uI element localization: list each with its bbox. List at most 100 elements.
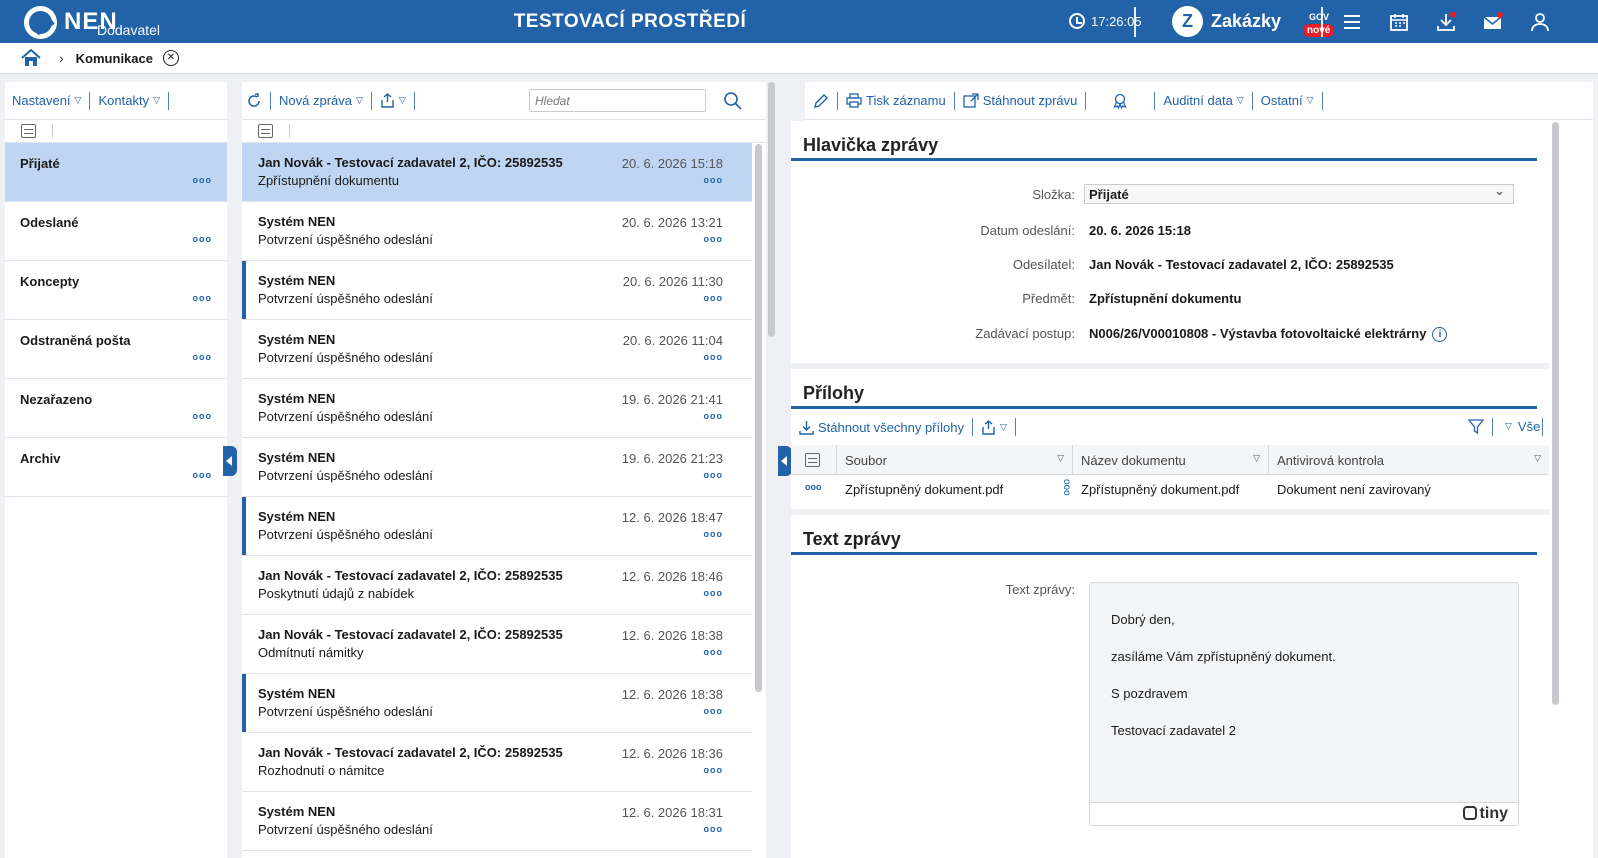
message-item[interactable]: Jan Novák - Testovací zadavatel 2, IČO: … <box>242 733 752 792</box>
more-actions-icon[interactable]: ooo <box>193 234 213 244</box>
row-actions-dots-icon[interactable]: ooo <box>791 476 837 502</box>
procedure-value[interactable]: N006/26/V00010808 - Výstavba fotovoltaic… <box>1089 326 1426 341</box>
more-actions-icon[interactable]: ooo <box>193 293 213 303</box>
search-input[interactable] <box>529 89 706 112</box>
vertical-dots-icon[interactable]: ooo <box>1061 479 1072 496</box>
edit-button[interactable] <box>805 93 837 109</box>
message-item[interactable]: Systém NEN Potvrzení úspěšného odeslání … <box>242 674 752 733</box>
message-list-scrollbar[interactable] <box>755 144 762 692</box>
column-header-file[interactable]: Soubor ▽ <box>837 445 1073 474</box>
message-item[interactable]: Systém NEN Potvrzení úspěšného odeslání … <box>242 320 752 379</box>
message-item[interactable]: Jan Novák - Testovací zadavatel 2, IČO: … <box>242 615 752 674</box>
download-all-attachments-button[interactable]: Stáhnout všechny přílohy <box>791 420 972 435</box>
certificate-icon <box>1113 93 1127 109</box>
download-message-button[interactable]: Stáhnout zprávu <box>955 93 1086 108</box>
more-actions-icon[interactable]: ooo <box>704 647 724 657</box>
settings-menu-button[interactable]: Nastavení ▽ <box>5 93 89 108</box>
more-actions-icon[interactable]: ooo <box>704 588 724 598</box>
grid-settings-cell[interactable] <box>791 445 837 474</box>
certificate-button[interactable] <box>1086 93 1154 109</box>
more-actions-icon[interactable]: ooo <box>704 470 724 480</box>
folder-item[interactable]: Přijaté ooo <box>5 143 227 202</box>
pencil-icon <box>814 93 828 108</box>
export-button[interactable]: ▽ <box>372 93 414 108</box>
caret-down-icon: ▽ <box>1236 95 1244 105</box>
message-detail-panel: Tisk záznamu Stáhnout zprávu Auditní dat… <box>791 82 1593 858</box>
message-item[interactable]: Systém NEN Potvrzení úspěšného odeslání … <box>242 261 752 320</box>
column-settings-icon[interactable] <box>258 124 273 138</box>
attachments-export-button[interactable]: ▽ <box>973 419 1015 435</box>
close-icon[interactable]: ✕ <box>162 50 179 66</box>
more-actions-icon[interactable]: ooo <box>704 824 724 834</box>
message-text-editor[interactable]: Dobrý den, zasíláme Vám zpřístupněný doku… <box>1089 582 1519 826</box>
contacts-menu-button[interactable]: Kontakty ▽ <box>90 93 168 108</box>
folder-toolbar: Nastavení ▽ Kontakty ▽ <box>5 82 227 120</box>
toolbar-divider <box>1492 418 1493 436</box>
folder-item[interactable]: Archiv ooo <box>5 438 227 497</box>
download-all-label: Stáhnout všechny přílohy <box>818 419 964 435</box>
folder-item[interactable]: Odeslané ooo <box>5 202 227 261</box>
header-divider <box>1134 7 1136 37</box>
collapse-list-handle[interactable] <box>778 446 792 476</box>
middle-scrollbar[interactable] <box>768 82 775 337</box>
message-item[interactable]: Jan Novák - Testovací zadavatel 2, IČO: … <box>242 143 752 202</box>
message-item[interactable]: Systém NEN Potvrzení úspěšného odeslání … <box>242 792 752 851</box>
folder-item[interactable]: Nezařazeno ooo <box>5 379 227 438</box>
sender-label: Odesílatel: <box>1012 257 1075 272</box>
more-actions-icon[interactable]: ooo <box>704 765 724 775</box>
folder-select[interactable]: Přijaté <box>1084 183 1514 204</box>
more-actions-icon[interactable]: ooo <box>193 470 213 480</box>
attachments-title: Přílohy <box>791 369 1537 409</box>
message-date: 12. 6. 2026 18:38 <box>621 687 723 702</box>
more-actions-icon[interactable]: ooo <box>704 529 724 539</box>
table-row[interactable]: ooo Zpřístupněný dokument.pdf ooo Zpřístu… <box>791 476 1549 502</box>
caret-down-icon: ▽ <box>74 95 82 105</box>
column-header-av[interactable]: Antivirová kontrola ▽ <box>1269 445 1549 474</box>
column-settings-icon[interactable] <box>21 124 36 138</box>
download-icon[interactable] <box>1436 12 1456 32</box>
attachment-file-cell[interactable]: Zpřístupněný dokument.pdf ooo <box>837 476 1073 502</box>
filter-icon[interactable] <box>1468 419 1484 435</box>
sender-value: Jan Novák - Testovací zadavatel 2, IČO: … <box>1089 257 1394 272</box>
home-icon[interactable] <box>21 49 41 67</box>
more-actions-icon[interactable]: ooo <box>704 706 724 716</box>
more-actions-icon[interactable]: ooo <box>704 411 724 421</box>
more-actions-icon[interactable]: ooo <box>704 175 724 185</box>
print-button[interactable]: Tisk záznamu <box>838 93 954 108</box>
message-item[interactable]: Systém NEN Potvrzení úspěšného odeslání … <box>242 438 752 497</box>
breadcrumb-current: Komunikace <box>75 50 153 66</box>
folder-item[interactable]: Odstraněná pošta ooo <box>5 320 227 379</box>
new-message-button[interactable]: Nová zpráva ▽ <box>271 93 371 108</box>
user-icon[interactable] <box>1530 12 1550 32</box>
menu-icon[interactable] <box>1342 12 1362 32</box>
collapse-folders-handle[interactable] <box>223 446 237 476</box>
column-header-name[interactable]: Název dokumentu ▽ <box>1073 445 1269 474</box>
info-icon[interactable]: i <box>1432 327 1448 343</box>
refresh-button[interactable] <box>242 92 270 109</box>
more-actions-icon[interactable]: ooo <box>193 175 213 185</box>
zakazky-link[interactable]: Z Zakázky GOV nové <box>1172 6 1335 37</box>
toolbar-divider <box>1251 91 1253 110</box>
message-item[interactable]: Jan Novák - Testovací zadavatel 2, IČO: … <box>242 556 752 615</box>
search-icon[interactable] <box>723 91 742 110</box>
mail-icon[interactable] <box>1483 12 1503 32</box>
message-item[interactable]: Systém NEN Potvrzení úspěšného odeslání … <box>242 202 752 261</box>
message-item[interactable]: Systém NEN Potvrzení úspěšného odeslání … <box>242 497 752 556</box>
more-actions-icon[interactable]: ooo <box>704 293 724 303</box>
column-header-name-label: Název dokumentu <box>1081 453 1186 468</box>
more-actions-icon[interactable]: ooo <box>704 352 724 362</box>
sort-icon: ▽ <box>1534 453 1541 463</box>
calendar-icon[interactable] <box>1389 12 1409 32</box>
detail-scrollbar[interactable] <box>1552 122 1559 705</box>
message-item[interactable]: Systém NEN Potvrzení úspěšného odeslání … <box>242 379 752 438</box>
filter-all-button[interactable]: ▽ Vše <box>1497 419 1548 434</box>
audit-data-menu-button[interactable]: Auditní data ▽ <box>1155 93 1251 108</box>
caret-down-icon: ▽ <box>1306 95 1314 105</box>
more-actions-icon[interactable]: ooo <box>193 411 213 421</box>
editor-paragraph: Dobrý den, <box>1111 612 1175 627</box>
more-actions-icon[interactable]: ooo <box>193 352 213 362</box>
other-menu-button[interactable]: Ostatní ▽ <box>1253 93 1322 108</box>
folder-item[interactable]: Koncepty ooo <box>5 261 227 320</box>
message-list-panel: Nová zpráva▽ ▽ Jan Novák - Testovací zad… <box>242 82 766 858</box>
more-actions-icon[interactable]: ooo <box>704 234 724 244</box>
